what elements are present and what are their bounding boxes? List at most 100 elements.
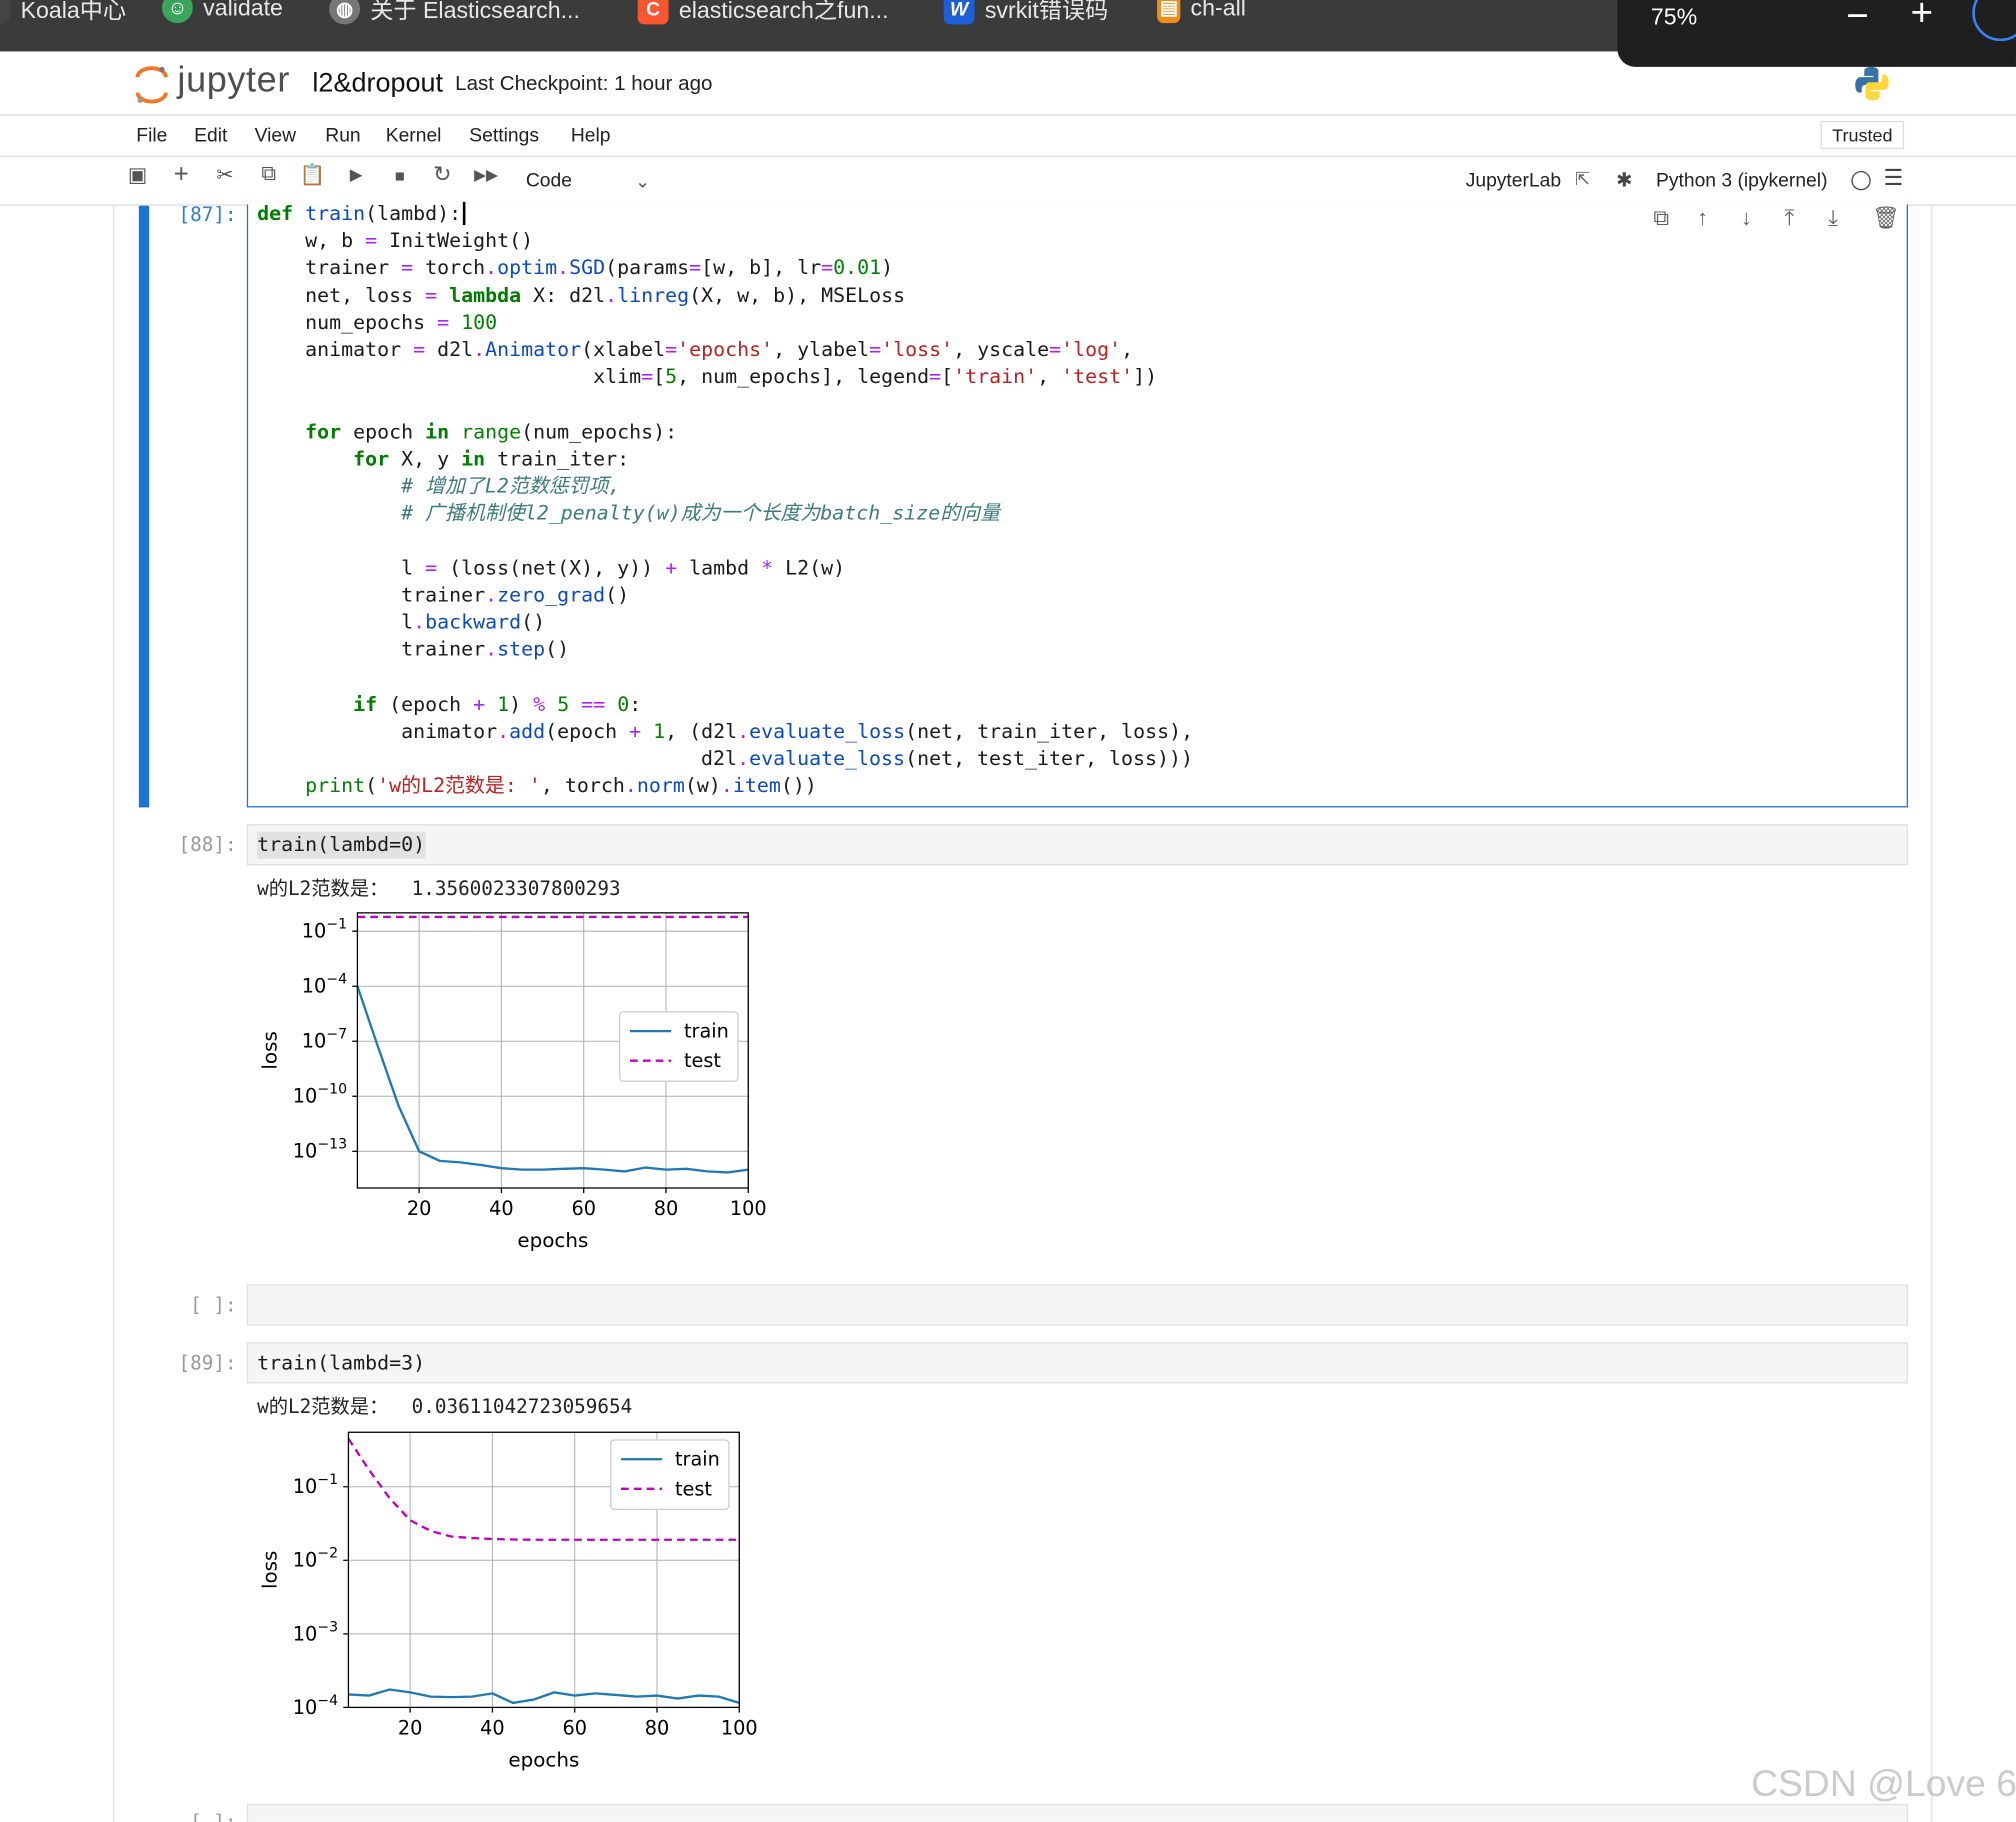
bookmark-elasticsearch-fun[interactable]: Celasticsearch之fun...: [637, 0, 889, 26]
y-tick-label: 10−4: [293, 1693, 338, 1719]
active-cell-indicator: [138, 205, 150, 808]
zoom-level: 75%: [1650, 3, 1698, 30]
jupyter-logo-text: jupyter: [177, 59, 290, 99]
word-w-icon: W: [943, 0, 975, 25]
cell-89-output-text: w的L2范数是： 0.03611042723059654: [257, 1394, 633, 1419]
zoom-in-button[interactable]: +: [1911, 0, 1934, 36]
trusted-badge[interactable]: Trusted: [1820, 120, 1905, 150]
cell-88-loss-chart: 20 40 60 80 100 10−1 10−4 10−7 10−10 10−13 epochs l…: [258, 912, 767, 1252]
discord-icon: ☺: [161, 0, 193, 24]
paste-icon[interactable]: 📋: [297, 159, 328, 190]
cell-88-editor[interactable]: train(lambd=0): [246, 824, 1908, 866]
cell-89-prompt: [89]:: [178, 1351, 237, 1375]
x-tick-label: 40: [489, 1197, 514, 1220]
notebook-icon: ▤: [1157, 0, 1181, 24]
cell-89-code[interactable]: train(lambd=3): [257, 1350, 425, 1377]
menu-edit[interactable]: Edit: [194, 125, 227, 147]
stop-icon[interactable]: ■: [384, 159, 415, 190]
bookmark-svrkit[interactable]: Wsvrkit错误码: [943, 0, 1108, 26]
notebook-left-edge: [113, 205, 115, 1822]
y-tick-label: 10−4: [302, 972, 347, 998]
delete-cell-icon[interactable]: 🗑: [1872, 206, 1900, 232]
y-axis-label: loss: [258, 1031, 281, 1069]
legend-label-test: test: [684, 1049, 721, 1072]
cell-88-output-text: w的L2范数是： 1.3560023307800293: [257, 876, 621, 900]
kernel-name[interactable]: Python 3 (ipykernel): [1656, 170, 1828, 192]
y-axis-label: loss: [258, 1551, 281, 1589]
x-tick-label: 80: [654, 1197, 679, 1220]
debugger-bug-icon[interactable]: ✱: [1616, 168, 1632, 192]
globe-icon: ◍: [329, 0, 360, 25]
x-tick-label: 80: [645, 1716, 670, 1739]
bookmark-validate[interactable]: ☺ validate: [161, 0, 283, 24]
move-down-icon[interactable]: ↓: [1741, 206, 1752, 232]
cell-type-select[interactable]: Code: [526, 170, 572, 192]
legend-label-train: train: [675, 1448, 720, 1471]
add-cell-icon[interactable]: +: [166, 159, 197, 190]
jupyterlab-link[interactable]: JupyterLab: [1466, 170, 1561, 192]
x-tick-label: 100: [721, 1716, 758, 1739]
cell-88-prompt: [88]:: [178, 833, 237, 857]
jupyter-header: jupyter l2&dropout Last Checkpoint: 1 ho…: [0, 51, 2016, 116]
y-tick-label: 10−1: [293, 1472, 338, 1498]
bottom-empty-cell-prompt: [ ]:: [159, 1810, 236, 1822]
y-tick-label: 10−3: [293, 1619, 338, 1645]
menu-settings[interactable]: Settings: [469, 125, 539, 147]
cell-89-loss-chart: 20 40 60 80 100 10−1 10−2 10−3 10−4 epochs loss tra…: [258, 1431, 758, 1772]
bookmark-koala[interactable]: Koala中心: [0, 0, 126, 26]
x-tick-label: 40: [480, 1716, 505, 1739]
menu-run[interactable]: Run: [325, 125, 360, 147]
python-logo-icon: [1855, 66, 1889, 101]
move-up-icon[interactable]: ↑: [1697, 206, 1708, 232]
insert-below-icon[interactable]: ⤓: [1828, 206, 1838, 232]
x-axis-label: epochs: [508, 1749, 579, 1772]
chevron-down-icon[interactable]: ⌄: [635, 171, 650, 193]
menu-help[interactable]: Help: [571, 125, 611, 147]
cell-87-editor[interactable]: def train(lambd): w, b = InitWeight() tr…: [246, 201, 1908, 808]
menu-view[interactable]: View: [255, 125, 296, 147]
external-link-icon: ⇱: [1574, 168, 1591, 189]
checkpoint-status: Last Checkpoint: 1 hour ago: [455, 73, 713, 96]
y-tick-label: 10−2: [293, 1546, 338, 1572]
bookmark-ch-all[interactable]: ▤ ch-all: [1157, 0, 1246, 24]
legend-label-test: test: [675, 1477, 712, 1500]
bottom-empty-cell-editor[interactable]: [246, 1803, 1908, 1822]
zoom-reset-icon[interactable]: [1972, 0, 2016, 42]
notebook-right-edge: [1931, 205, 1933, 1822]
save-icon[interactable]: ▣: [122, 159, 153, 190]
menu-lines-icon[interactable]: ☰: [1884, 166, 1904, 192]
koala-icon: [0, 0, 11, 25]
series-line-train: [348, 1688, 740, 1705]
cell-88-code[interactable]: train(lambd=0): [257, 831, 426, 860]
zoom-out-button[interactable]: −: [1846, 0, 1869, 39]
restart-icon[interactable]: ↻: [427, 159, 458, 190]
fast-forward-icon[interactable]: ▶▶: [471, 159, 502, 190]
menu-bar: File Edit View Run Kernel Settings Help …: [0, 116, 2016, 157]
csdn-watermark: CSDN @Love 6: [1751, 1763, 2016, 1806]
cut-icon[interactable]: ✂: [210, 159, 241, 190]
legend-label-train: train: [684, 1020, 729, 1043]
insert-above-icon[interactable]: ⤒: [1785, 206, 1795, 232]
jupyter-logo-icon: [135, 66, 168, 104]
csdn-c-icon: C: [637, 0, 669, 25]
menu-file[interactable]: File: [136, 125, 167, 147]
y-tick-label: 10−7: [302, 1027, 347, 1053]
cell-89-editor[interactable]: train(lambd=3): [246, 1342, 1908, 1384]
empty-cell-editor[interactable]: [246, 1284, 1908, 1326]
y-tick-label: 10−10: [293, 1082, 347, 1108]
cell-87-code[interactable]: def train(lambd): w, b = InitWeight() tr…: [257, 201, 1193, 801]
x-axis-label: epochs: [517, 1229, 588, 1252]
x-tick-label: 20: [407, 1197, 432, 1220]
y-tick-label: 10−13: [293, 1137, 347, 1163]
notebook-name[interactable]: l2&dropout: [312, 68, 443, 99]
copy-icon[interactable]: ⧉: [253, 159, 284, 190]
menu-kernel[interactable]: Kernel: [386, 125, 442, 147]
x-tick-label: 20: [398, 1716, 423, 1739]
empty-cell-prompt: [ ]:: [190, 1293, 237, 1317]
run-icon[interactable]: ▶: [341, 159, 372, 190]
bookmark-elasticsearch[interactable]: ◍ 关于 Elasticsearch...: [329, 0, 580, 26]
x-tick-label: 60: [571, 1197, 596, 1220]
duplicate-cell-icon[interactable]: ⧉: [1653, 206, 1669, 232]
x-tick-label: 60: [562, 1716, 587, 1739]
kernel-status-icon: [1851, 170, 1871, 191]
